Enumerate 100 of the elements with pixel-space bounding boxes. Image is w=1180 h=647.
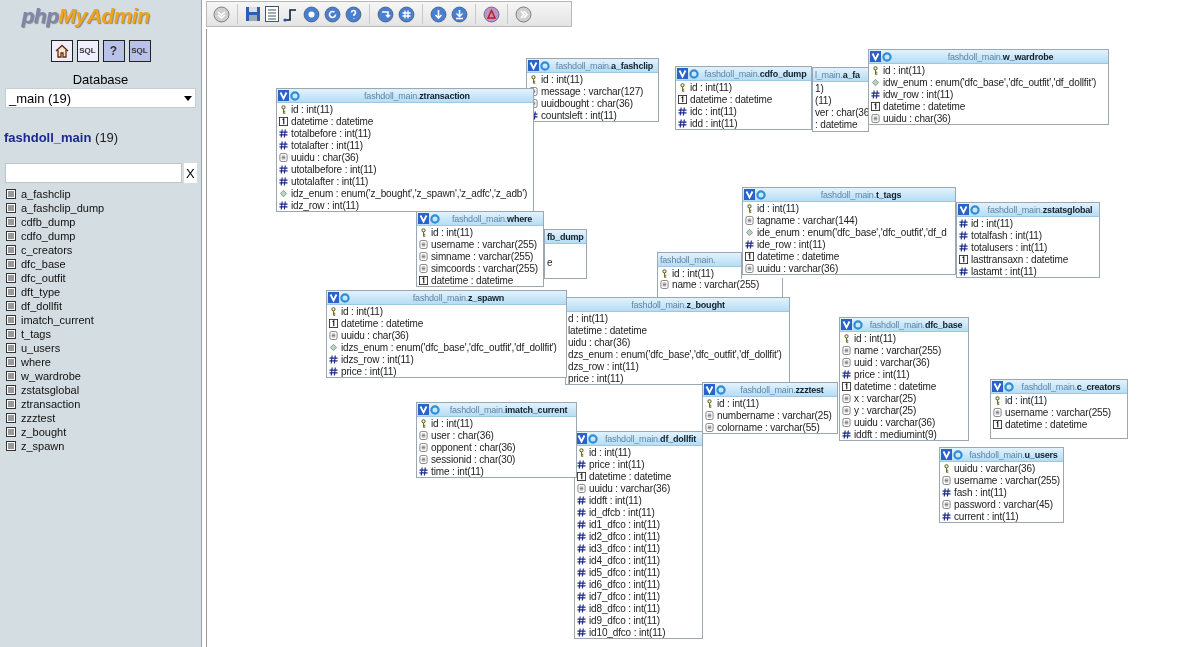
table-header[interactable]: l_main.a_fa [813,68,868,82]
gear-icon [540,60,550,71]
table-card[interactable]: fashdoll_main.cdfo_dump id : int(11) datetime : datetime idc : int(11) idd : int(11) [675,66,812,130]
table-card[interactable]: fashdoll_main.imatch_current id : int(11) user : char(36) opponent : char(36) sessionid : char(30) time : int(11) [416,402,577,478]
sql-window-button[interactable]: SQL [76,40,99,62]
collapse-icon [677,68,688,79]
table-card[interactable]: fb_dump e [544,229,587,279]
table-card[interactable]: fashdoll_main. id : int(11) [657,252,742,279]
table-header[interactable]: fashdoll_main.ztransaction [277,89,533,103]
table-header[interactable]: fashdoll_main.a_fashclip [527,59,658,73]
table-header[interactable]: fashdoll_main.z_bought [566,298,789,312]
column-label: id : int(11) [757,202,799,214]
column-label: id : int(11) [883,64,925,76]
table-card[interactable] [574,431,703,639]
table-link[interactable]: zzztest [21,412,56,424]
table-card[interactable]: fashdoll_main.where id : int(11) username : varchar(255) simname : varchar(255) simcoords : varchar(255) datetime : datetime [416,211,544,287]
table-card[interactable] [276,88,534,212]
download-icon[interactable] [451,5,468,23]
diamond-icon [871,77,880,87]
column-label: name : varchar(255) [672,278,760,290]
column-label: id : int(11) [690,81,732,93]
table-card[interactable]: fashdoll_main.w_wardrobe id : int(11) idw_enum : enum('dfc_base','dfc_outfit','df_dollfit') idw_row : int(11) datetime : datetime uuidu : char(36) [868,49,1109,125]
column-label: dzs_enum : enum('dfc_base','dfc_outfit','df_dollfit') [568,348,782,360]
table-card[interactable]: name : varchar(255) [657,278,783,298]
help-icon[interactable] [345,5,362,23]
table-link[interactable]: cdfb_dump [21,216,76,228]
table-card[interactable]: fashdoll_main.u_users uuidu : varchar(36) username : varchar(255) fash : int(11) password : varchar(45) current : int(11) [939,447,1064,523]
table-header[interactable]: fb_dump [545,230,586,244]
grid-icon[interactable] [398,5,415,23]
table-header[interactable]: fashdoll_main.zzztest [703,383,837,397]
table-link[interactable]: dfc_outfit [21,272,66,284]
table-title: fashdoll_main.a_fashclip [554,60,655,71]
pdf-icon[interactable] [483,5,500,23]
database-title[interactable]: fashdoll_main (19) [4,130,201,145]
reload-icon[interactable] [324,5,341,23]
column-label: id : int(11) [672,267,714,279]
numbered-box-icon [577,471,586,481]
collapse-icon [418,404,429,415]
filter-field[interactable] [5,163,182,183]
save-icon[interactable] [245,6,261,22]
table-header[interactable]: fashdoll_main.cdfo_dump [676,67,811,81]
table-header[interactable]: fashdoll_main.imatch_current [417,403,576,417]
collapse-all-icon[interactable] [213,5,230,23]
table-card[interactable]: fashdoll_main.z_spawn id : int(11) datetime : datetime uuidu : char(36) idzs_enum : enum('dfc_base','dfc_outfit','df_dollfit') idzs_row : int(11) price : int(11) [326,290,567,378]
table-link[interactable]: c_creators [21,244,73,256]
table-link[interactable]: ztransaction [21,398,81,410]
column-label: uuidu : char(36) [883,112,951,124]
column-label: iddft : mediumint(9) [854,428,937,440]
table-title: fashdoll_main. [659,254,716,265]
query-window-button[interactable]: SQL [128,40,151,62]
table-icon [6,301,16,311]
list-icon[interactable] [265,6,279,22]
table-link[interactable]: a_fashclip_dump [21,202,105,214]
table-link[interactable]: imatch_current [21,314,94,326]
table-header[interactable]: fashdoll_main.c_creators [991,380,1127,394]
help-button[interactable]: ? [102,40,125,62]
column-label: ide_row : int(11) [757,238,826,250]
table-header[interactable]: fashdoll_main.t_tags [743,188,955,202]
table-card[interactable]: fashdoll_main.zzztest id : int(11) numbername : varchar(25) colorname : varchar(55) [702,382,838,434]
table-link[interactable]: df_dollfit [21,300,62,312]
table-card[interactable]: fashdoll_main.z_bought d : int(11) latetime : datetime uidu : char(36) dzs_enum : enum('dfc_base','dfc_outfit','df_dollfit') dzs_row : int(11) price : int(11) [565,297,790,385]
table-card[interactable]: l_main.a_fa 1) (11) ver : char(36 : datetime [812,67,869,132]
connector-icon[interactable] [283,6,299,22]
table-header[interactable]: fashdoll_main.u_users [940,448,1063,462]
table-header[interactable]: fashdoll_main.z_spawn [327,291,566,305]
table-header[interactable]: fashdoll_main.zstatsglobal [957,203,1099,217]
clear-button[interactable]: X [184,163,197,183]
table-link[interactable]: z_spawn [21,440,65,452]
table-link[interactable]: t_tags [21,328,51,340]
column-label: uuidu : varchar(36) [589,482,671,494]
table-card[interactable]: fashdoll_main.c_creators id : int(11) username : varchar(255) datetime : datetime [990,379,1128,439]
table-link[interactable]: zstatsglobal [21,384,80,396]
key-icon [279,104,288,114]
column-label: name : varchar(255) [854,344,942,356]
column-label: id9_dfco : int(11) [589,614,661,626]
database-select[interactable]: _main (19) [5,88,196,108]
table-link[interactable]: a_fashclip [21,188,71,200]
table-card[interactable]: fashdoll_main.t_tags id : int(11) tagname : varchar(144) ide_enum : enum('dfc_base','dfc_outfit','df_d ide_row : int(11) datetime : datetime uuidu : varchar(36) [742,187,956,275]
numbered-box-icon [993,419,1002,429]
table-link[interactable]: u_users [21,342,61,354]
table-link[interactable]: dfc_base [21,258,66,270]
table-link[interactable]: z_bought [21,426,67,438]
circle-button-icon[interactable] [303,5,320,23]
table-card[interactable]: fashdoll_main.zstatsglobal id : int(11) totalfash : int(11) totalusers : int(11) lasttransaxn : datetime lastamt : int(11) [956,202,1100,278]
table-link[interactable]: cdfo_dump [21,230,76,242]
home-button[interactable] [50,40,73,62]
gear-icon [340,292,350,303]
table-link[interactable]: dft_type [21,286,61,298]
collapse-icon [992,381,1003,392]
relation-icon[interactable] [377,5,394,23]
table-header[interactable]: fashdoll_main.dfc_base [840,318,968,332]
table-link[interactable]: where [21,356,51,368]
table-header[interactable]: fashdoll_main.w_wardrobe [869,50,1108,64]
column-label: totalusers : int(11) [971,241,1048,253]
table-header[interactable]: fashdoll_main.df_dollfit [575,432,702,446]
table-link[interactable]: w_wardrobe [21,370,81,382]
table-header[interactable]: fashdoll_main.where [417,212,543,226]
expand-icon[interactable] [515,5,532,23]
table-card[interactable]: fashdoll_main.dfc_base id : int(11) name : varchar(255) uuid : varchar(36) price : int(11) datetime : datetime x : varchar(25) y : varchar(25) uuidu : varchar(36) iddft : mediumint(9) [839,317,969,441]
column-label: id5_dfco : int(11) [589,566,661,578]
